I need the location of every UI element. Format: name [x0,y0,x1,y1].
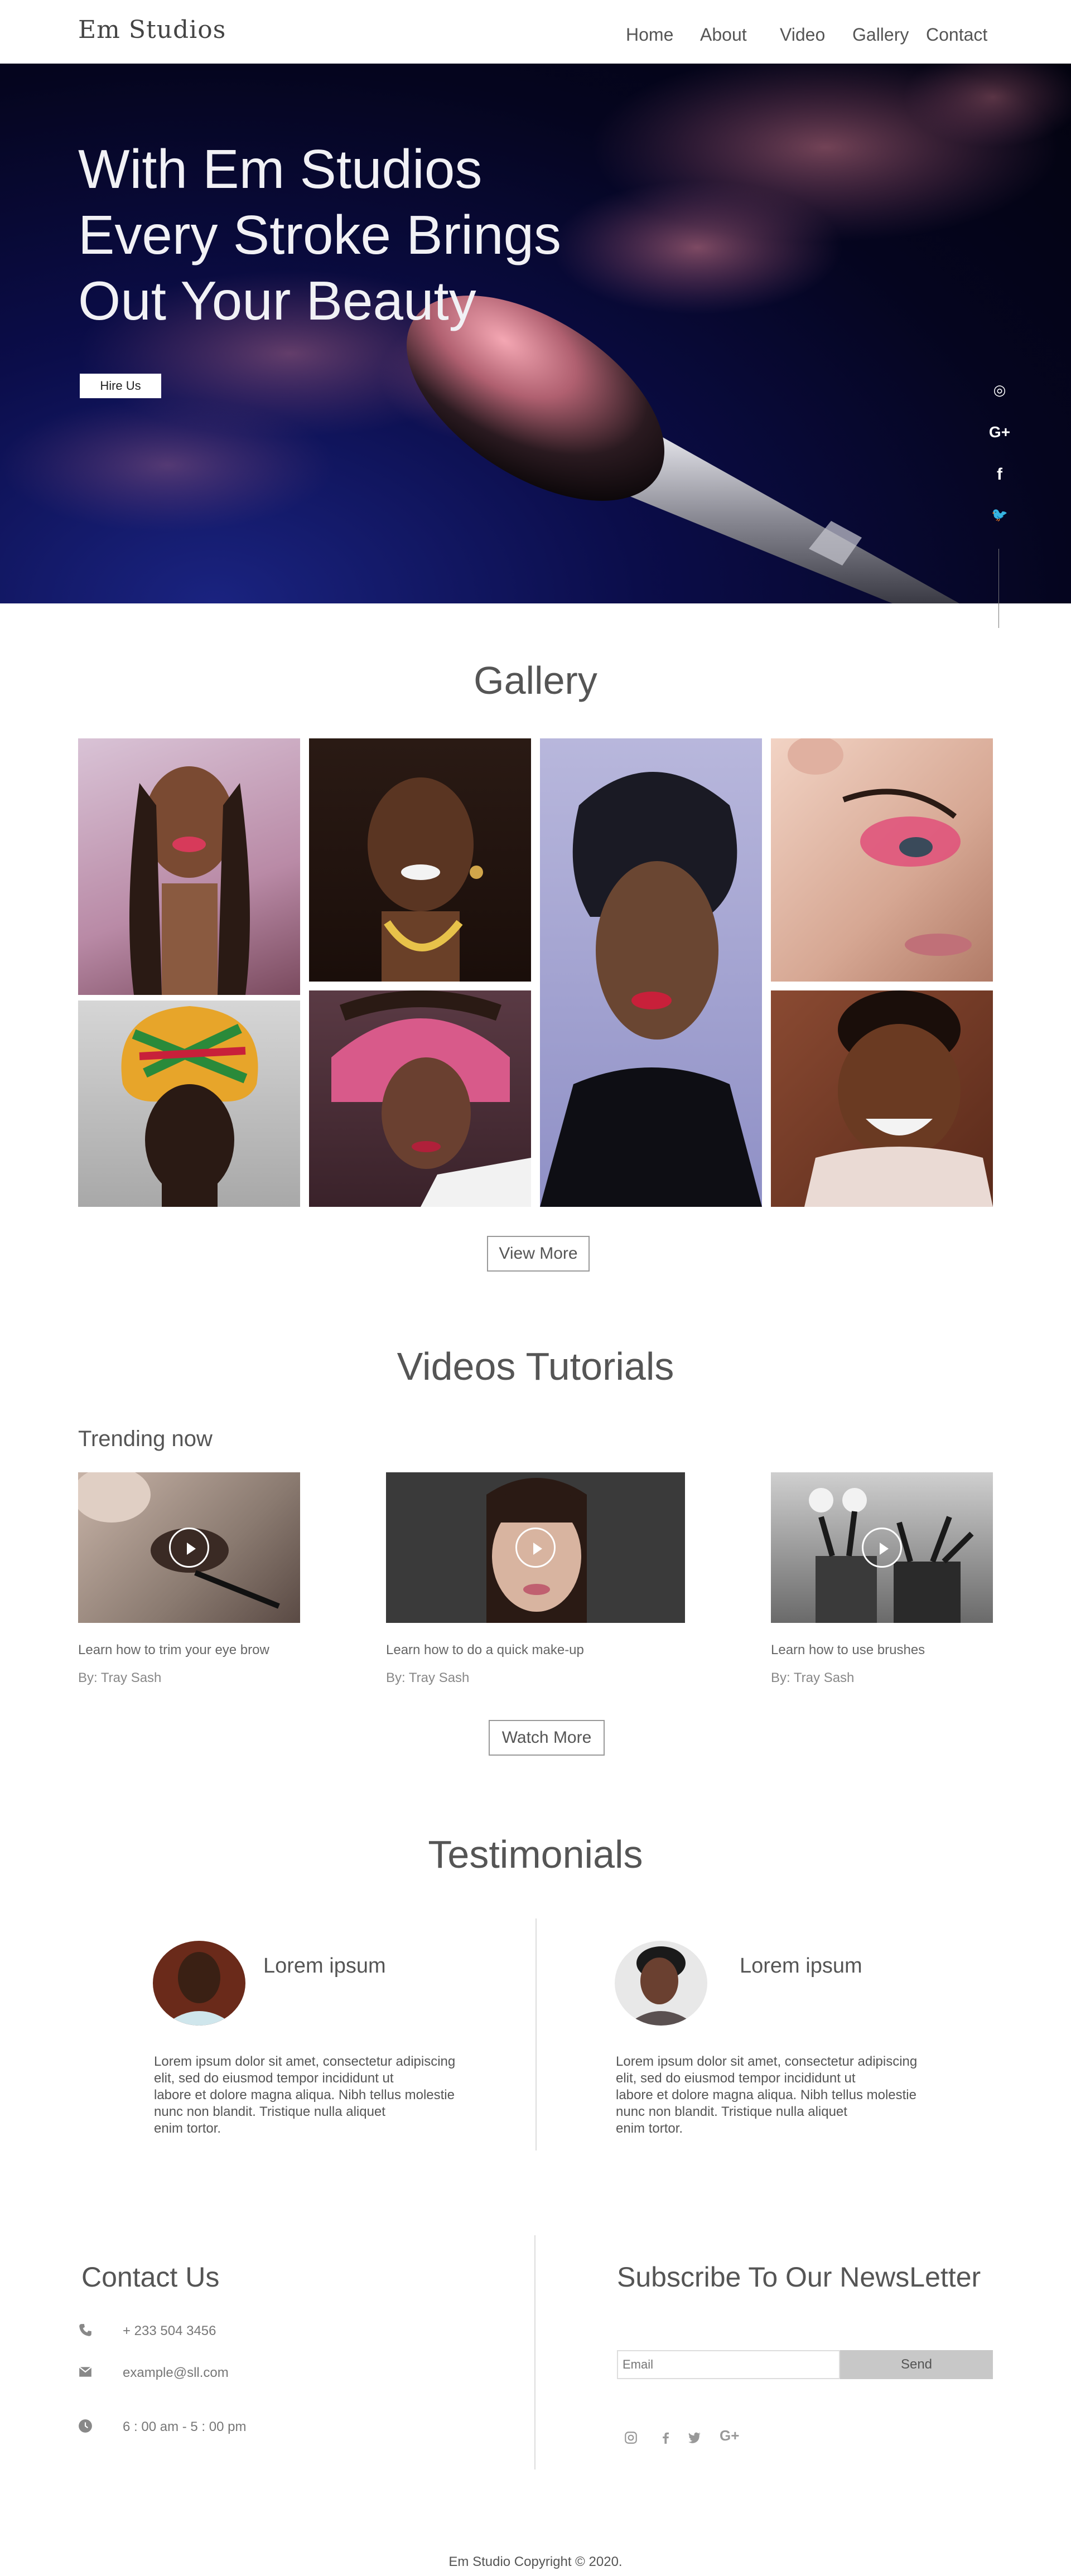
clock-icon [79,2419,92,2433]
testimonial-line: elit, sed do eiusmod tempor incididunt u… [616,2071,856,2086]
play-icon[interactable] [515,1528,556,1568]
contact-divider [534,2235,536,2469]
testimonials-title: Testimonials [428,1833,643,1876]
twitter-icon[interactable]: 🐦 [988,507,1011,523]
testimonial-text-1: Lorem ipsum dolor sit amet, consectetur … [154,2053,505,2137]
gallery-photo-5[interactable] [78,1001,300,1207]
avatar [615,1941,707,2026]
nav-item-home[interactable]: Home [626,25,673,45]
avatar [153,1941,245,2026]
hero-headline: With Em Studios Every Stroke Brings Out … [78,136,636,334]
play-icon[interactable] [169,1528,209,1568]
send-button[interactable]: Send [840,2350,993,2379]
instagram-icon[interactable]: ◎ [988,381,1011,399]
video-title-1[interactable]: Learn how to trim your eye brow [78,1642,269,1658]
hero-banner: With Em Studios Every Stroke Brings Out … [0,64,1071,603]
gallery-photo-2[interactable] [309,738,531,982]
testimonial-line: labore et dolore magna aliqua. Nibh tell… [154,2087,455,2103]
contact-phone[interactable]: + 233 504 3456 [123,2323,216,2339]
hero-headline-line: Out Your Beauty [78,270,476,331]
view-more-button[interactable]: View More [487,1236,590,1272]
testimonial-name-2: Lorem ipsum [740,1954,862,1978]
video-title-3[interactable]: Learn how to use brushes [771,1642,925,1658]
video-title-2[interactable]: Learn how to do a quick make-up [386,1642,584,1658]
video-thumbnail-2[interactable] [386,1472,685,1623]
testimonial-line: Lorem ipsum dolor sit amet, consectetur … [616,2054,918,2069]
testimonial-line: nunc non blandit. Tristique nulla alique… [154,2104,385,2119]
testimonial-line: enim tortor. [154,2121,221,2136]
facebook-icon[interactable]: f [988,465,1011,484]
testimonial-text-2: Lorem ipsum dolor sit amet, consectetur … [616,2053,967,2137]
video-author-3: By: Tray Sash [771,1670,855,1685]
facebook-icon[interactable] [658,2430,673,2445]
site-logo[interactable]: Em Studios [78,16,226,44]
phone-icon [79,2324,91,2336]
top-navbar: Em Studios Home About Video Gallery Cont… [0,0,1071,64]
google-plus-icon[interactable]: G+ [988,423,1011,441]
testimonial-line: labore et dolore magna aliqua. Nibh tell… [616,2087,916,2103]
newsletter-email-input[interactable] [617,2350,840,2379]
nav-item-gallery[interactable]: Gallery [852,25,909,45]
testimonial-line: Lorem ipsum dolor sit amet, consectetur … [154,2054,456,2069]
mail-icon [79,2366,92,2377]
testimonials-divider [536,1918,537,2150]
trending-label: Trending now [78,1427,213,1451]
hero-headline-line: With Em Studios [78,138,483,200]
videos-title: Videos Tutorials [397,1345,674,1388]
nav-item-about[interactable]: About [700,25,747,45]
watch-more-button[interactable]: Watch More [489,1720,605,1756]
video-thumbnail-3[interactable] [771,1472,993,1623]
testimonial-line: nunc non blandit. Tristique nulla alique… [616,2104,847,2119]
hero-scroll-line [998,549,999,628]
contact-hours: 6 : 00 am - 5 : 00 pm [123,2419,247,2434]
nav-item-contact[interactable]: Contact [926,25,987,45]
hero-headline-line: Every Stroke Brings [78,204,561,265]
hire-us-button[interactable]: Hire Us [80,374,161,398]
testimonial-name-1: Lorem ipsum [263,1954,386,1978]
gallery-photo-3[interactable] [540,738,762,1207]
google-plus-icon[interactable]: G+ [720,2427,739,2444]
nav-item-video[interactable]: Video [780,25,825,45]
newsletter-title: Subscribe To Our NewsLetter [617,2261,981,2293]
video-author-2: By: Tray Sash [386,1670,470,1685]
twitter-icon[interactable] [686,2430,703,2445]
contact-title: Contact Us [81,2261,220,2293]
testimonial-line: enim tortor. [616,2121,683,2136]
gallery-photo-6[interactable] [309,990,531,1207]
gallery-photo-7[interactable] [771,990,993,1207]
gallery-photo-4[interactable] [771,738,993,982]
instagram-icon[interactable] [624,2430,638,2445]
contact-email[interactable]: example@sll.com [123,2365,229,2381]
gallery-title: Gallery [474,659,597,702]
testimonial-line: elit, sed do eiusmod tempor incididunt u… [154,2071,394,2086]
footer-copyright: Em Studio Copyright © 2020. [448,2554,623,2569]
video-thumbnail-1[interactable] [78,1472,300,1623]
video-author-1: By: Tray Sash [78,1670,162,1685]
gallery-photo-1[interactable] [78,738,300,995]
play-icon[interactable] [862,1528,902,1568]
